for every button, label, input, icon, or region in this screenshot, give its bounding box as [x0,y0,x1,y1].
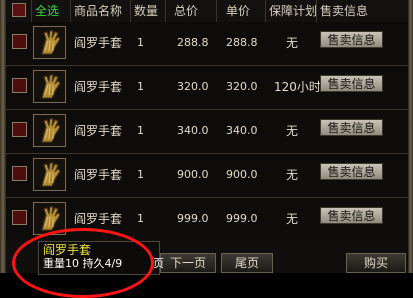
item-slot[interactable] [33,70,66,103]
row-checkbox[interactable] [12,122,27,137]
tooltip-item-name: 阎罗手套 [43,243,92,257]
table-row[interactable]: 阎罗手套 1 320.0 320.0 120小时 售卖信息 [6,66,408,110]
sale-info-button[interactable]: 售卖信息 [320,75,383,92]
tooltip-page-fragment: 页 [153,257,164,270]
item-unit-price: 288.8 [226,36,258,49]
select-all-checkbox[interactable] [12,3,26,17]
sale-info-button[interactable]: 售卖信息 [320,31,383,48]
item-total-price: 900.0 [177,168,209,181]
next-page-button[interactable]: 下一页 [160,253,216,273]
tooltip-item-stats: 重量10 持久4/9 [43,257,123,270]
item-tooltip: 阎罗手套 重量10 持久4/9 页 [38,241,164,275]
item-total-price: 288.8 [177,36,209,49]
item-protection-plan: 无 [286,168,299,182]
item-slot[interactable] [33,26,66,59]
glove-icon [41,118,61,143]
item-unit-price: 900.0 [226,168,258,181]
item-name: 阎罗手套 [74,80,123,94]
row-checkbox[interactable] [12,210,27,225]
item-quantity: 1 [137,80,144,93]
item-name: 阎罗手套 [74,124,123,138]
item-slot[interactable] [33,114,66,147]
panel-right-border [408,0,413,273]
select-all-label[interactable]: 全选 [35,3,59,19]
table-header: 全选 商品名称 数量 总价 单价 保障计划 售卖信息 [6,0,408,23]
item-total-price: 340.0 [177,124,209,137]
item-protection-plan: 无 [286,212,299,226]
row-checkbox[interactable] [12,166,27,181]
glove-icon [41,30,61,55]
row-checkbox[interactable] [12,34,27,49]
item-unit-price: 320.0 [226,80,258,93]
buy-button[interactable]: 购买 [346,253,406,273]
item-protection-plan: 无 [286,36,299,50]
market-panel: 全选 商品名称 数量 总价 单价 保障计划 售卖信息 阎罗手套 1 288.8 … [0,0,413,298]
glove-icon [41,206,61,231]
table-row[interactable]: 阎罗手套 1 340.0 340.0 无 售卖信息 [6,110,408,154]
table-row[interactable]: 阎罗手套 1 288.8 288.8 无 售卖信息 [6,22,408,66]
item-name: 阎罗手套 [74,168,123,182]
column-header-qty: 数量 [134,4,159,18]
item-quantity: 1 [137,168,144,181]
item-unit-price: 340.0 [226,124,258,137]
column-header-sale-info: 售卖信息 [320,4,369,18]
table-row[interactable]: 阎罗手套 1 999.0 999.0 无 售卖信息 [6,198,408,242]
sale-info-button[interactable]: 售卖信息 [320,163,383,180]
item-quantity: 1 [137,36,144,49]
column-header-total: 总价 [174,4,199,18]
column-header-unit: 单价 [226,4,251,18]
item-name: 阎罗手套 [74,36,123,50]
item-total-price: 320.0 [177,80,209,93]
row-checkbox[interactable] [12,78,27,93]
item-slot[interactable] [33,158,66,191]
sale-info-button[interactable]: 售卖信息 [320,119,383,136]
column-header-plan: 保障计划 [269,4,318,18]
table-row[interactable]: 阎罗手套 1 900.0 900.0 无 售卖信息 [6,154,408,198]
item-unit-price: 999.0 [226,212,258,225]
item-protection-plan: 120小时 [274,80,321,94]
item-quantity: 1 [137,212,144,225]
item-quantity: 1 [137,124,144,137]
column-header-name: 商品名称 [74,4,123,18]
item-slot[interactable] [33,202,66,235]
item-name: 阎罗手套 [74,212,123,226]
sale-info-button[interactable]: 售卖信息 [320,207,383,224]
glove-icon [41,74,61,99]
glove-icon [41,162,61,187]
item-total-price: 999.0 [177,212,209,225]
last-page-button[interactable]: 尾页 [221,253,273,273]
item-protection-plan: 无 [286,124,299,138]
